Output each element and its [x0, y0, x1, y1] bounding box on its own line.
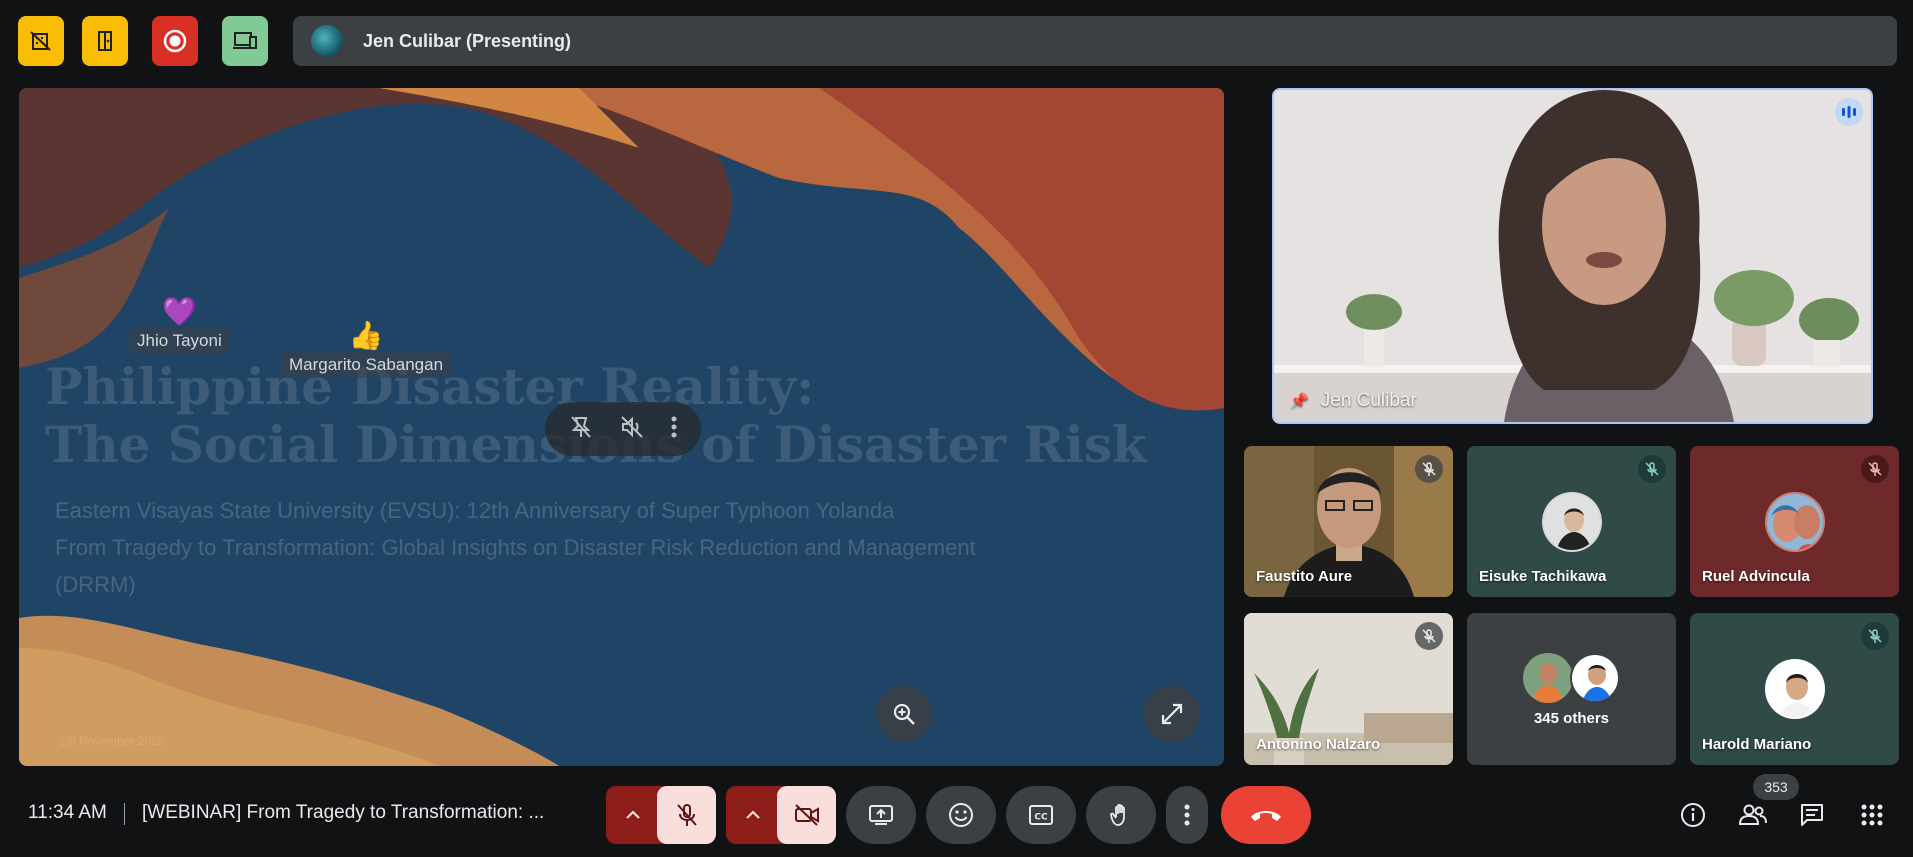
avatar [1764, 492, 1825, 552]
svg-text:CC: CC [1034, 813, 1048, 823]
reaction-name: Margarito Sabangan [281, 352, 452, 378]
present-screen-button[interactable] [846, 786, 916, 844]
devices-icon[interactable] [222, 16, 268, 66]
more-vert-icon [1184, 804, 1190, 826]
record-icon[interactable] [152, 16, 198, 66]
reaction-emoji: 👍 [348, 320, 384, 351]
door-icon[interactable] [82, 16, 128, 66]
muted-mic-icon [1861, 622, 1889, 650]
presenting-banner: Jen Culibar (Presenting) [293, 16, 1897, 66]
speaking-indicator [1835, 98, 1863, 126]
reaction-name: Jhio Tayoni [129, 328, 230, 354]
reaction-margarito: 👍 Margarito Sabangan [281, 320, 452, 378]
chevron-up-icon [624, 806, 642, 829]
participant-name: Ruel Advincula [1702, 568, 1810, 585]
participant-name: Antonino Nalzaro [1256, 736, 1381, 753]
muted-mic-icon [1638, 455, 1666, 483]
muted-mic-icon [1861, 455, 1889, 483]
mute-tile-icon[interactable] [619, 414, 645, 445]
meeting-details-icon[interactable] [1675, 797, 1711, 833]
activities-grid-icon[interactable] [1854, 797, 1890, 833]
divider [124, 803, 125, 825]
slide-subtitle-line-2: From Tragedy to Transformation: Global I… [55, 535, 976, 560]
crossed-building-icon[interactable] [18, 16, 64, 66]
zoom-in-icon [893, 703, 915, 725]
reactions-button[interactable] [926, 786, 996, 844]
slide-subtitle-line-1: Eastern Visayas State University (EVSU):… [55, 498, 895, 523]
more-options-button[interactable] [1166, 786, 1208, 844]
main-speaker-tile[interactable]: 📌 Jen Culibar [1272, 88, 1873, 424]
pin-icon: 📌 [1290, 393, 1309, 410]
slide-footer: 1/8 November 2025 [59, 734, 165, 748]
speaker-video [1274, 90, 1871, 422]
present-screen-icon [869, 805, 893, 825]
slide-subtitle: Eastern Visayas State University (EVSU):… [55, 492, 976, 603]
microphone-toggle-button[interactable] [657, 786, 716, 844]
emoji-icon [949, 803, 973, 827]
reaction-jhio: 💜 Jhio Tayoni [129, 296, 230, 354]
camera-toggle-button[interactable] [777, 786, 836, 844]
participant-tile-faustito[interactable]: Faustito Aure [1244, 446, 1453, 597]
participant-tile-antonino[interactable]: Antonino Nalzaro [1244, 613, 1453, 765]
people-icon[interactable] [1735, 797, 1771, 833]
captions-button[interactable]: CC [1006, 786, 1076, 844]
presenting-label: Jen Culibar (Presenting) [363, 30, 572, 51]
zoom-in-button[interactable] [876, 686, 932, 742]
fullscreen-button[interactable] [1144, 686, 1200, 742]
meeting-title[interactable]: [WEBINAR] From Tragedy to Transformation… [142, 802, 582, 824]
mic-off-icon [676, 804, 697, 826]
participant-name: Harold Mariano [1702, 736, 1812, 753]
presenter-avatar [311, 25, 343, 57]
more-options-icon[interactable] [670, 415, 678, 444]
leave-call-button[interactable] [1221, 786, 1311, 844]
others-count-label: 345 others [1533, 710, 1610, 727]
chat-icon[interactable] [1794, 797, 1830, 833]
unpin-icon[interactable] [568, 414, 594, 445]
participant-name: Faustito Aure [1256, 568, 1353, 585]
participant-tile-others[interactable]: 345 others [1467, 613, 1676, 765]
others-avatar-2 [1570, 653, 1620, 703]
reaction-emoji: 💜 [161, 296, 197, 327]
muted-mic-icon [1415, 622, 1443, 650]
slide-subtitle-line-3: (DRRM) [55, 572, 136, 597]
expand-icon [1161, 703, 1183, 725]
participant-tile-harold[interactable]: Harold Mariano [1690, 613, 1899, 765]
avatar [1764, 659, 1825, 719]
captions-icon: CC [1029, 805, 1053, 825]
tile-hover-controls [545, 402, 701, 456]
participant-tile-eisuke[interactable]: Eisuke Tachikawa [1467, 446, 1676, 597]
hang-up-icon [1251, 811, 1281, 821]
avatar [1541, 492, 1602, 552]
chevron-up-icon [744, 806, 762, 829]
camera-off-icon [794, 804, 819, 826]
presentation-slide: Philippine Disaster Reality: The Social … [19, 88, 1224, 766]
participant-tile-ruel[interactable]: Ruel Advincula [1690, 446, 1899, 597]
main-speaker-label: 📌 Jen Culibar [1290, 390, 1417, 412]
main-speaker-name: Jen Culibar [1320, 390, 1417, 411]
raise-hand-button[interactable] [1086, 786, 1156, 844]
participant-name: Eisuke Tachikawa [1479, 568, 1607, 585]
hand-icon [1110, 803, 1125, 826]
clock: 11:34 AM [28, 802, 107, 823]
others-avatar-1 [1523, 653, 1573, 703]
muted-mic-icon [1415, 455, 1443, 483]
